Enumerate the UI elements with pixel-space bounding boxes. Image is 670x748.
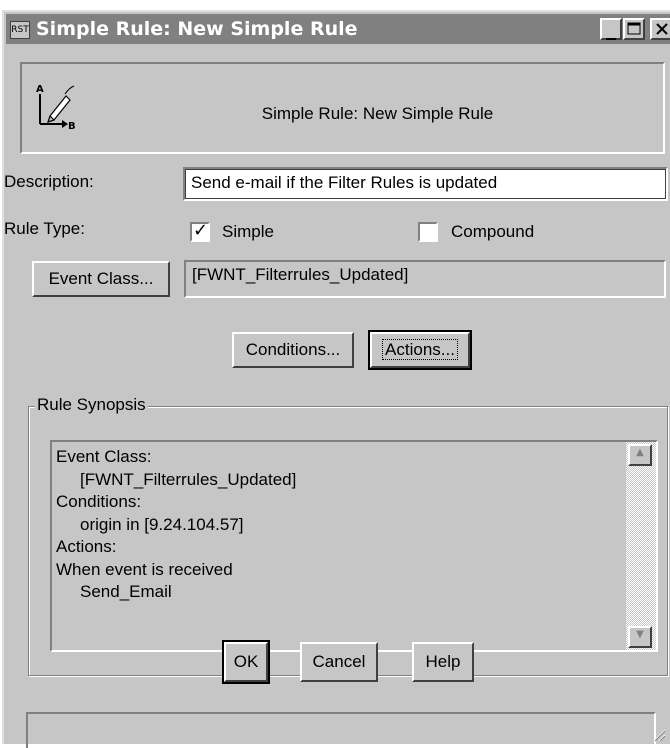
header-panel: A B Simple Rule: New Simple Rule <box>20 62 665 154</box>
app-icon[interactable]: RST <box>10 21 30 39</box>
scroll-down-button[interactable]: ▼ <box>628 626 652 648</box>
window-title: Simple Rule: New Simple Rule <box>36 18 358 40</box>
compound-checkbox[interactable] <box>418 222 438 242</box>
synopsis-line: Event Class: <box>56 447 152 466</box>
synopsis-line: Conditions: <box>56 492 142 511</box>
synopsis-line: Actions: <box>56 537 117 556</box>
help-button[interactable]: Help <box>412 642 474 682</box>
svg-text:A: A <box>36 84 44 95</box>
close-button[interactable] <box>650 18 670 40</box>
actions-button-label: Actions... <box>382 339 458 360</box>
arrow-down-icon: ▼ <box>636 629 644 640</box>
synopsis-line: Send_Email <box>80 582 172 601</box>
synopsis-lines: Event Class: [FWNT_Filterrules_Updated] … <box>56 446 626 604</box>
description-label: Description: <box>4 172 94 191</box>
synopsis-line: [FWNT_Filterrules_Updated] <box>80 469 297 489</box>
event-class-button[interactable]: Event Class... <box>32 261 170 297</box>
description-field[interactable]: Send e-mail if the Filter Rules is updat… <box>183 167 668 201</box>
checkmark-icon: ✓ <box>193 220 209 241</box>
synopsis-line: When event is received <box>56 559 233 579</box>
synopsis-line: origin in [9.24.104.57] <box>80 514 244 534</box>
cancel-button[interactable]: Cancel <box>300 642 378 682</box>
actions-button[interactable]: Actions... <box>368 330 472 370</box>
close-icon <box>656 23 668 35</box>
conditions-button[interactable]: Conditions... <box>232 332 354 368</box>
maximize-icon <box>627 22 641 35</box>
vertical-scrollbar[interactable]: ▲ ▼ <box>625 442 656 650</box>
maximize-button[interactable] <box>623 18 645 40</box>
resize-grip-icon[interactable] <box>650 726 666 742</box>
minimize-icon: _ <box>606 16 616 40</box>
status-bar <box>26 712 656 748</box>
minimize-button[interactable]: _ <box>600 16 622 40</box>
simple-label[interactable]: Simple <box>222 222 274 242</box>
ok-button[interactable]: OK <box>222 640 270 684</box>
rule-synopsis-legend: Rule Synopsis <box>35 395 148 415</box>
header-title: Simple Rule: New Simple Rule <box>261 104 494 123</box>
simple-checkbox[interactable]: ✓ <box>190 220 210 242</box>
rule-type-label: Rule Type: <box>4 219 85 238</box>
title-bar[interactable]: RST Simple Rule: New Simple Rule _ <box>6 14 670 44</box>
rule-synopsis-text[interactable]: Event Class: [FWNT_Filterrules_Updated] … <box>50 440 658 652</box>
compound-label[interactable]: Compound <box>451 222 534 242</box>
dialog-window: RST Simple Rule: New Simple Rule _ A B S… <box>2 10 670 748</box>
arrow-up-icon: ▲ <box>636 447 644 458</box>
scroll-up-button[interactable]: ▲ <box>628 444 652 466</box>
event-class-field: [FWNT_Filterrules_Updated] <box>184 260 666 298</box>
